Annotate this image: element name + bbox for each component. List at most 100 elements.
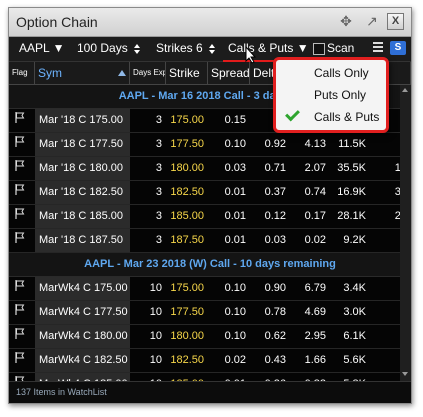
cell-days: 3 bbox=[155, 114, 162, 126]
cell-strike: 182.50 bbox=[170, 354, 204, 366]
cell-c7: 3.0K bbox=[343, 306, 366, 318]
spinner-icon[interactable] bbox=[134, 43, 141, 54]
close-icon: X bbox=[391, 15, 400, 27]
col-flag[interactable]: Flag bbox=[9, 62, 35, 84]
menu-item-label: Calls Only bbox=[314, 66, 369, 80]
flag-icon[interactable] bbox=[9, 229, 35, 252]
cell-days: 10 bbox=[149, 306, 162, 318]
cell-sym[interactable]: MarWk4 C 182.50 bbox=[35, 349, 130, 372]
cell-sym[interactable]: MarWk4 C 177.50 bbox=[35, 301, 130, 324]
table-row[interactable]: Mar '18 C 187.503187.500.010.030.029.2K8 bbox=[9, 229, 411, 253]
cell-spread: 0.10 bbox=[224, 330, 246, 342]
cell-spread: 0.01 bbox=[224, 210, 246, 222]
table-row[interactable]: MarWk4 C 180.00 10 180.00 0.10 0.62 2.95 6.1K bbox=[9, 325, 411, 349]
cell-sym[interactable]: MarWk4 C 180.00 bbox=[35, 325, 130, 348]
cell-c6: 2.95 bbox=[304, 330, 326, 342]
title-bar[interactable]: Option Chain ✥ ↗ X bbox=[9, 8, 411, 37]
cell-strike: 177.50 bbox=[170, 306, 204, 318]
checkmark-icon bbox=[285, 106, 300, 122]
scroll-up-icon[interactable] bbox=[402, 88, 408, 92]
flag-icon[interactable] bbox=[9, 301, 35, 324]
cell-c7: 11.5K bbox=[338, 138, 366, 150]
cell-c6: 4.13 bbox=[304, 138, 326, 150]
flag-icon[interactable] bbox=[9, 277, 35, 300]
flag-icon[interactable] bbox=[9, 205, 35, 228]
cell-strike: 175.00 bbox=[170, 114, 204, 126]
option-type-menu: Calls Only Puts Only Calls & Puts bbox=[273, 57, 389, 133]
settings-badge[interactable]: S bbox=[390, 41, 406, 55]
cell-delta: 0.62 bbox=[264, 330, 286, 342]
move-icon[interactable]: ✥ bbox=[337, 12, 355, 30]
cell-strike: 185.00 bbox=[170, 210, 204, 222]
cell-days: 10 bbox=[149, 354, 162, 366]
menu-item-label: Puts Only bbox=[314, 88, 367, 102]
cell-sym[interactable]: MarWk4 C 175.00 bbox=[35, 277, 130, 300]
flag-icon[interactable] bbox=[9, 133, 35, 156]
detach-icon[interactable]: ↗ bbox=[363, 12, 381, 30]
symbol-value: AAPL bbox=[19, 41, 50, 55]
scroll-down-icon[interactable] bbox=[402, 372, 408, 376]
cell-c7: 3.4K bbox=[343, 282, 366, 294]
group-header[interactable]: AAPL - Mar 23 2018 (W) Call - 10 days re… bbox=[9, 253, 411, 277]
flag-icon[interactable] bbox=[9, 181, 35, 204]
table-row[interactable]: MarWk4 C 175.00 10 175.00 0.10 0.90 6.79 3.4K bbox=[9, 277, 411, 301]
cell-delta: 0.03 bbox=[264, 234, 286, 246]
flag-icon[interactable] bbox=[9, 325, 35, 348]
cell-spread: 0.10 bbox=[224, 282, 246, 294]
cell-strike: 180.00 bbox=[170, 162, 204, 174]
cell-delta: 0.37 bbox=[264, 186, 286, 198]
menu-item-puts-only[interactable]: Puts Only bbox=[276, 84, 386, 106]
symbol-dropdown[interactable]: AAPL ▼ bbox=[19, 41, 64, 55]
table-row[interactable]: Mar '18 C 185.00 3 185.00 0.01 0.12 0.17 28.1K… bbox=[9, 205, 411, 229]
cell-c6: 4.69 bbox=[304, 306, 326, 318]
status-bar: 137 Items in WatchList bbox=[9, 381, 411, 403]
col-days-exp[interactable]: Days Exp bbox=[130, 62, 166, 84]
col-sym[interactable]: Sym bbox=[35, 62, 130, 84]
cell-c6: 0.17 bbox=[304, 210, 326, 222]
cell-c7: 28.1K bbox=[337, 210, 366, 222]
days-value: 100 Days bbox=[77, 41, 128, 55]
vertical-scrollbar[interactable] bbox=[400, 85, 411, 381]
menu-item-calls-only[interactable]: Calls Only bbox=[276, 62, 386, 84]
option-type-dropdown[interactable]: Calls & Puts ▼ bbox=[228, 41, 309, 55]
table-row[interactable]: Mar '18 C 182.50 3 182.50 0.01 0.37 0.74 16.9K… bbox=[9, 181, 411, 205]
cell-c6: 6.79 bbox=[304, 282, 326, 294]
cell-sym[interactable]: Mar '18 C 185.00 bbox=[35, 205, 130, 228]
list-icon[interactable] bbox=[373, 42, 383, 54]
cell-sym[interactable]: Mar '18 C 177.50 bbox=[35, 133, 130, 156]
cell-days: 3 bbox=[155, 234, 162, 246]
spinner-icon[interactable] bbox=[209, 43, 216, 54]
table-row[interactable]: Mar '18 C 180.00 3 180.00 0.03 0.71 2.07 35.5K… bbox=[9, 157, 411, 181]
close-button[interactable]: X bbox=[387, 13, 404, 30]
strikes-stepper[interactable]: Strikes 6 bbox=[156, 41, 216, 55]
table-row[interactable]: MarWk4 C 177.50 10 177.50 0.10 0.78 4.69 3.0K bbox=[9, 301, 411, 325]
col-strike[interactable]: Strike bbox=[166, 62, 208, 84]
cell-spread: 0.01 bbox=[224, 186, 246, 198]
cell-c7: 6.1K bbox=[343, 330, 366, 342]
cell-sym[interactable]: Mar '18 C 175.00 bbox=[35, 109, 130, 132]
cell-sym[interactable]: Mar '18 C 180.00 bbox=[35, 157, 130, 180]
sort-asc-icon bbox=[118, 70, 126, 76]
cell-c6: 0.02 bbox=[304, 234, 326, 246]
col-spread[interactable]: Spread bbox=[208, 62, 250, 84]
cell-delta: 0.78 bbox=[264, 306, 286, 318]
table-row[interactable]: Mar '18 C 177.50 3 177.50 0.10 0.92 4.13 11.5K… bbox=[9, 133, 411, 157]
flag-icon[interactable] bbox=[9, 109, 35, 132]
flag-icon[interactable] bbox=[9, 349, 35, 372]
cell-sym[interactable]: Mar '18 C 182.50 bbox=[35, 181, 130, 204]
option-type-value: Calls & Puts bbox=[228, 41, 294, 55]
cell-c6: 0.74 bbox=[304, 186, 326, 198]
cell-delta: 0.12 bbox=[264, 210, 286, 222]
cell-sym[interactable]: Mar '18 C 187.50 bbox=[35, 229, 130, 252]
scan-checkbox[interactable] bbox=[313, 43, 325, 55]
cell-spread: 0.02 bbox=[224, 354, 246, 366]
cell-spread: 0.10 bbox=[224, 306, 246, 318]
cell-strike: 187.50 bbox=[170, 234, 204, 246]
days-stepper[interactable]: 100 Days bbox=[77, 41, 141, 55]
table-row[interactable]: MarWk4 C 182.50 10 182.50 0.02 0.43 1.66 5.6K bbox=[9, 349, 411, 373]
cell-spread: 0.01 bbox=[224, 234, 246, 246]
cell-c6: 1.66 bbox=[304, 354, 326, 366]
cell-strike: 175.00 bbox=[170, 282, 204, 294]
flag-icon[interactable] bbox=[9, 157, 35, 180]
menu-item-calls-and-puts[interactable]: Calls & Puts bbox=[276, 106, 386, 128]
